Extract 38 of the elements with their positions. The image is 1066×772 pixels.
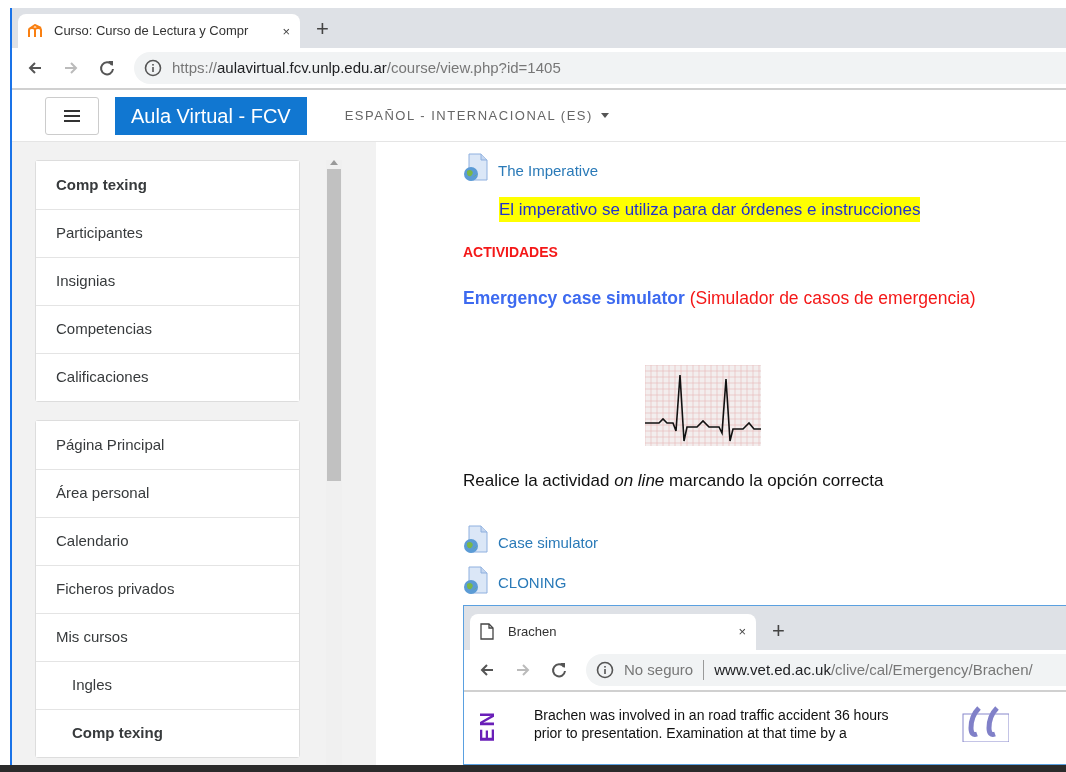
url-text: https://aulavirtual.fcv.unlp.edu.ar/course/view.php?id=1405 bbox=[172, 57, 561, 78]
menu-button[interactable] bbox=[45, 96, 99, 135]
site-brand[interactable]: Aula Virtual - FCV bbox=[115, 96, 307, 135]
language-menu[interactable]: ESPAÑOL - INTERNACIONAL (ES) bbox=[338, 104, 615, 127]
reload-icon[interactable] bbox=[98, 59, 116, 77]
body-text: Brachen was involved in an road traffic accident 36 hours prior to presentation. Examination at that time by a bbox=[534, 705, 890, 743]
page-icon bbox=[480, 623, 494, 641]
reload-icon[interactable] bbox=[550, 660, 568, 679]
new-tab-button[interactable]: + bbox=[772, 619, 785, 642]
url-text: www.vet.ed.ac.uk/clive/cal/Emergency/Brachen/ bbox=[714, 659, 1033, 680]
security-label: No seguro bbox=[624, 659, 694, 680]
close-tab-button[interactable]: × bbox=[738, 625, 746, 639]
info-icon[interactable] bbox=[144, 59, 162, 77]
web-page-icon bbox=[463, 153, 488, 182]
new-tab-button[interactable]: + bbox=[316, 18, 329, 40]
web-page-icon bbox=[463, 525, 488, 553]
resource-link[interactable]: Case simulator bbox=[463, 523, 1066, 555]
resource-link[interactable]: The Imperative bbox=[463, 152, 1066, 183]
address-field[interactable]: https://aulavirtual.fcv.unlp.edu.ar/course/view.php?id=1405 bbox=[134, 52, 1066, 84]
section-heading: ACTIVIDADES bbox=[463, 243, 559, 262]
sidebar-item[interactable]: Calificaciones bbox=[36, 353, 299, 401]
instruction-text: Realice la actividad on line marcando la opción correcta bbox=[463, 470, 885, 493]
sidebar-item[interactable]: Comp texing bbox=[36, 709, 299, 757]
tab-title: Curso: Curso de Lectura y Compr bbox=[54, 22, 250, 41]
scroll-thumb[interactable] bbox=[327, 169, 341, 481]
activity-title: Emergency case simulator (Simulador de casos de emergencia) bbox=[463, 287, 977, 310]
info-icon[interactable] bbox=[596, 660, 614, 679]
caret-icon bbox=[600, 113, 609, 118]
tab-title: Brachen bbox=[508, 623, 558, 641]
resource-link[interactable]: CLONING bbox=[463, 564, 1066, 595]
highlighted-text: El imperativo se utiliza para dar órdenes e instrucciones bbox=[499, 196, 921, 222]
browser-tab[interactable]: Brachen × bbox=[470, 613, 756, 650]
close-tab-button[interactable]: × bbox=[282, 24, 290, 38]
menu-icon bbox=[64, 108, 80, 123]
vertical-title: EN bbox=[475, 709, 499, 742]
web-page-icon bbox=[463, 565, 488, 594]
browser-tab[interactable]: Curso: Curso de Lectura y Compr × bbox=[18, 14, 300, 48]
address-field[interactable]: No seguro www.vet.ed.ac.uk/clive/cal/Emergency/Brachen/ bbox=[586, 653, 1066, 686]
